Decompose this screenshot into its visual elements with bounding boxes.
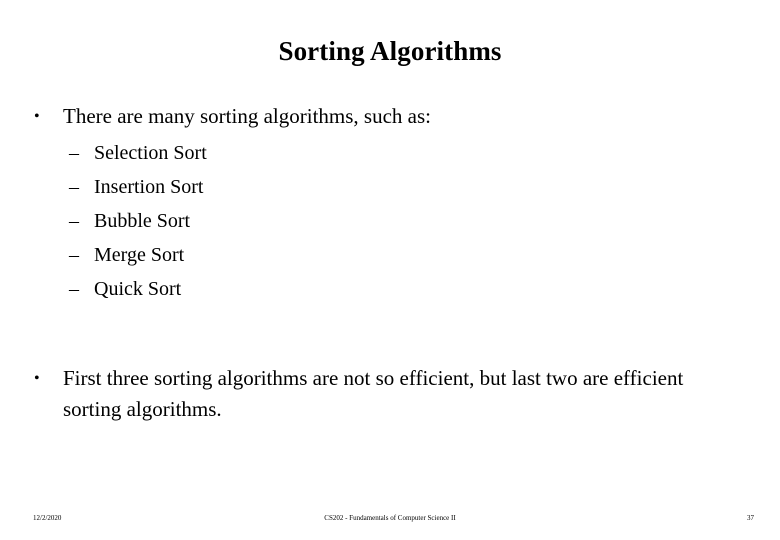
- bullet-text: First three sorting algorithms are not s…: [63, 366, 684, 421]
- bullet-item-secondary: • First three sorting algorithms are not…: [30, 363, 728, 425]
- list-item-label: Bubble Sort: [94, 210, 191, 232]
- bullet-dash-icon: –: [69, 278, 79, 300]
- page-title: Sorting Algorithms: [278, 36, 502, 66]
- bullet-dot-icon: •: [34, 108, 40, 125]
- list-item: – Selection Sort: [30, 136, 730, 170]
- list-item: – Merge Sort: [30, 238, 730, 272]
- bullet-text: There are many sorting algorithms, such …: [63, 104, 431, 128]
- slide-footer: 12/2/2020 CS202 - Fundamentals of Comput…: [0, 511, 780, 525]
- list-item-label: Selection Sort: [94, 142, 207, 164]
- list-item: – Quick Sort: [30, 272, 730, 306]
- bullet-dash-icon: –: [69, 210, 79, 232]
- list-item: – Insertion Sort: [30, 170, 730, 204]
- bullet-dash-icon: –: [69, 142, 79, 164]
- presentation-slide: Sorting Algorithms • There are many sort…: [0, 0, 780, 540]
- list-item-label: Insertion Sort: [94, 176, 204, 198]
- slide-body: • There are many sorting algorithms, suc…: [30, 102, 730, 425]
- list-item-label: Quick Sort: [94, 278, 182, 300]
- bullet-dash-icon: –: [69, 244, 79, 266]
- bullet-dash-icon: –: [69, 176, 79, 198]
- sub-bullet-list: – Selection Sort – Insertion Sort – Bubb…: [30, 136, 730, 306]
- footer-course-title: CS202 - Fundamentals of Computer Science…: [324, 514, 456, 522]
- bullet-item-primary: • There are many sorting algorithms, suc…: [30, 102, 730, 131]
- footer-page-number: 37: [747, 514, 754, 522]
- bullet-dot-icon: •: [34, 370, 40, 387]
- list-item-label: Merge Sort: [94, 244, 185, 266]
- list-item: – Bubble Sort: [30, 204, 730, 238]
